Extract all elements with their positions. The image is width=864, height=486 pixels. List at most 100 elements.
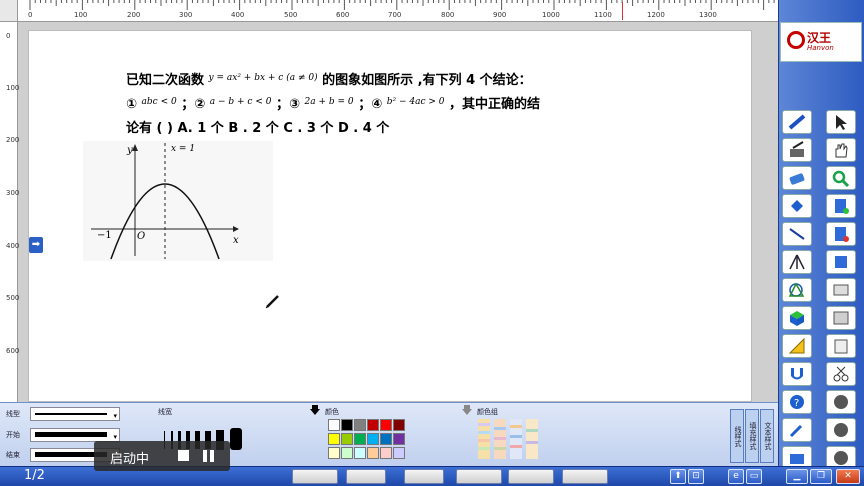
pen-icon: [788, 114, 806, 130]
database-button[interactable]: [346, 469, 386, 484]
ie-button[interactable]: e: [728, 469, 744, 484]
hand-tool-button[interactable]: [826, 138, 856, 162]
restore-button[interactable]: ❐: [810, 469, 832, 484]
line-tool-button[interactable]: [782, 222, 812, 246]
color-label: 颜色: [325, 408, 339, 416]
palette-button[interactable]: [508, 469, 554, 484]
page-list-icon: [835, 256, 847, 268]
tab-fill-style[interactable]: 填充样式: [745, 409, 759, 463]
graph-origin-label: O: [137, 231, 145, 242]
tools-settings-button[interactable]: [782, 418, 812, 442]
select-tool-button[interactable]: [826, 110, 856, 134]
close-button[interactable]: ✕: [836, 469, 860, 484]
arrow-pointer-icon: [836, 115, 847, 130]
compass-tool-button[interactable]: [782, 250, 812, 274]
window-button[interactable]: ▭: [746, 469, 762, 484]
scissors-button[interactable]: [826, 362, 856, 386]
color-swatch[interactable]: [328, 419, 340, 431]
loading-label: 启动中: [110, 452, 150, 467]
new-page-button[interactable]: [826, 194, 856, 218]
color-swatch[interactable]: [328, 433, 340, 445]
graph-x-label: x: [233, 235, 239, 246]
tab-text-style[interactable]: 文本样式: [760, 409, 774, 463]
page-list-button[interactable]: [826, 250, 856, 274]
conclusion-2-num: ；②: [181, 97, 206, 112]
curtain-button[interactable]: [826, 306, 856, 330]
color-swatch[interactable]: [354, 419, 366, 431]
compass-icon: [789, 254, 805, 270]
color-swatch[interactable]: [341, 447, 353, 459]
ruler-top-label: 800: [441, 11, 455, 19]
color-swatch[interactable]: [393, 433, 405, 445]
fill-bucket-button[interactable]: [782, 194, 812, 218]
magnifier-icon: [832, 170, 850, 187]
page-up-button[interactable]: ⬆: [670, 469, 686, 484]
edit-note-button[interactable]: [456, 469, 502, 484]
help-button[interactable]: ?: [782, 390, 812, 414]
ruler-top-label: 700: [388, 11, 402, 19]
ruler-tool-button[interactable]: [782, 334, 812, 358]
redo-button[interactable]: [826, 418, 856, 442]
keyboard-button[interactable]: [292, 469, 338, 484]
eraser-button[interactable]: [782, 166, 812, 190]
color-swatch[interactable]: [393, 419, 405, 431]
conclusion-3-num: ；③: [276, 97, 301, 112]
color-swatch[interactable]: [380, 433, 392, 445]
folder-icon: [790, 454, 804, 464]
undo-icon: [834, 395, 848, 409]
arrow-down-icon: [310, 405, 320, 415]
ruler-top-label: 900: [493, 11, 507, 19]
color-swatch[interactable]: [380, 447, 392, 459]
start-style-select[interactable]: ▾: [30, 428, 120, 442]
color-swatch[interactable]: [341, 419, 353, 431]
color-swatch[interactable]: [341, 433, 353, 445]
clipboard-button[interactable]: [826, 334, 856, 358]
chevron-down-icon: ▾: [113, 412, 117, 420]
color-group-grid[interactable]: [478, 419, 538, 463]
end-label: 结束: [6, 451, 20, 459]
color-swatch[interactable]: [354, 433, 366, 445]
stop-icon[interactable]: [178, 450, 189, 461]
color-swatch[interactable]: [328, 447, 340, 459]
color-swatch[interactable]: [367, 433, 379, 445]
shape-tool-button[interactable]: [782, 278, 812, 302]
question-line-3: 论有 ( ) A. 1 个 B . 2 个 C . 3 个 D . 4 个: [126, 121, 390, 136]
color-swatch[interactable]: [367, 419, 379, 431]
document-button[interactable]: [562, 469, 608, 484]
undo-button[interactable]: [826, 390, 856, 414]
zoom-button[interactable]: [826, 166, 856, 190]
color-swatch[interactable]: [393, 447, 405, 459]
power-icon: [834, 451, 848, 465]
graph-symmetry-label: x = 1: [171, 144, 195, 154]
conclusion-4-num: ；④: [358, 97, 383, 112]
triangle-ruler-icon: [788, 337, 805, 354]
ruler-left-label: 0: [6, 32, 11, 40]
line-width-label: 线宽: [158, 408, 172, 416]
whiteboard-page[interactable]: 已知二次函数 y = ax² + bx + c (a ≠ 0) 的图象如图所示 …: [28, 30, 752, 402]
app-window: 0 100 200 300 400 500 600 700 800 900 10…: [0, 0, 864, 486]
color-swatch[interactable]: [367, 447, 379, 459]
question-line-2: ① abc < 0 ；② a − b + c < 0 ；③ 2a + b = 0…: [126, 93, 540, 112]
ruler-left-label: 600: [6, 347, 20, 355]
color-swatch[interactable]: [380, 419, 392, 431]
ruler-top-label: 400: [231, 11, 245, 19]
pause-icon[interactable]: [203, 450, 215, 462]
3d-shape-button[interactable]: [782, 306, 812, 330]
lock-button[interactable]: ⊡: [688, 469, 704, 484]
texture-pen-button[interactable]: [782, 138, 812, 162]
wrench-icon: [789, 424, 803, 438]
color-swatch[interactable]: [354, 447, 366, 459]
minimize-button[interactable]: ▁: [786, 469, 808, 484]
line-type-select[interactable]: ▾: [30, 407, 120, 421]
pen-tool-button[interactable]: [782, 110, 812, 134]
function-formula: y = ax² + bx + c (a ≠ 0): [208, 73, 318, 83]
expand-arrow-icon[interactable]: ➡: [29, 237, 43, 253]
magnet-tool-button[interactable]: [782, 362, 812, 386]
screen-capture-button[interactable]: [826, 278, 856, 302]
tab-line-style[interactable]: 线样式: [730, 409, 744, 463]
ruler-top-label: 200: [127, 11, 141, 19]
parabola-graph[interactable]: y x x = 1 O −1: [83, 141, 273, 261]
resource-button[interactable]: [404, 469, 444, 484]
ruler-left: 0 100 200 300 400 500 600: [0, 22, 20, 402]
delete-page-button[interactable]: [826, 222, 856, 246]
